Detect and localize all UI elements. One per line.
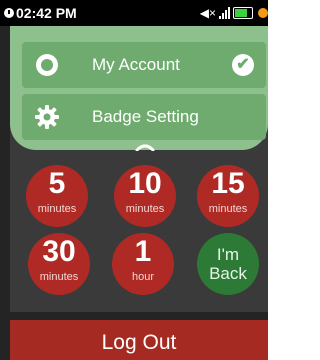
gear-icon <box>35 105 59 129</box>
menu-item-badge-setting[interactable]: Badge Setting <box>22 94 266 140</box>
menu-item-label: My Account <box>92 55 180 74</box>
mute-icon: ◀× <box>199 6 216 20</box>
timer-unit: minutes <box>208 203 248 215</box>
timer-value: 15 <box>211 167 245 200</box>
clock-icon <box>4 8 14 18</box>
im-back-line-1: I'm <box>216 245 240 264</box>
timer-5-minutes-button[interactable]: 5 minutes <box>26 165 88 227</box>
collapse-handle-icon[interactable] <box>135 143 155 151</box>
check-icon: ✔ <box>232 54 254 76</box>
timer-unit: hour <box>131 271 155 283</box>
timer-30-minutes-button[interactable]: 30 minutes <box>28 233 90 295</box>
timer-15-minutes-button[interactable]: 15 minutes <box>197 165 259 227</box>
im-back-line-2: Back <box>209 264 247 283</box>
timer-value: 10 <box>128 167 162 200</box>
status-time: 02:42 PM <box>16 5 77 21</box>
timer-value: 5 <box>48 167 66 200</box>
menu-item-my-account[interactable]: My Account ✔ <box>22 42 266 88</box>
status-bar: 02:42 PM ◀× <box>0 0 268 26</box>
battery-icon <box>233 7 253 19</box>
dropdown-menu: My Account ✔ Badge Setting <box>10 26 268 150</box>
im-back-label: I'm Back <box>197 245 259 283</box>
timer-unit: minutes <box>37 203 77 215</box>
timer-1-hour-button[interactable]: 1 hour <box>112 233 174 295</box>
radio-icon <box>36 54 58 76</box>
app-screen: 02:42 PM ◀× My Account ✔ Badge Setting 5… <box>0 0 268 360</box>
im-back-button[interactable]: I'm Back <box>197 233 259 295</box>
timer-value: 1 <box>134 235 152 268</box>
status-icons: ◀× <box>200 6 268 20</box>
timer-unit: minutes <box>125 203 165 215</box>
timer-value: 30 <box>42 235 76 268</box>
timer-10-minutes-button[interactable]: 10 minutes <box>114 165 176 227</box>
logout-button[interactable]: Log Out <box>10 320 268 360</box>
signal-icon <box>219 7 230 19</box>
notification-icon <box>258 8 268 18</box>
timer-unit: minutes <box>39 271 79 283</box>
menu-item-label: Badge Setting <box>92 107 199 126</box>
